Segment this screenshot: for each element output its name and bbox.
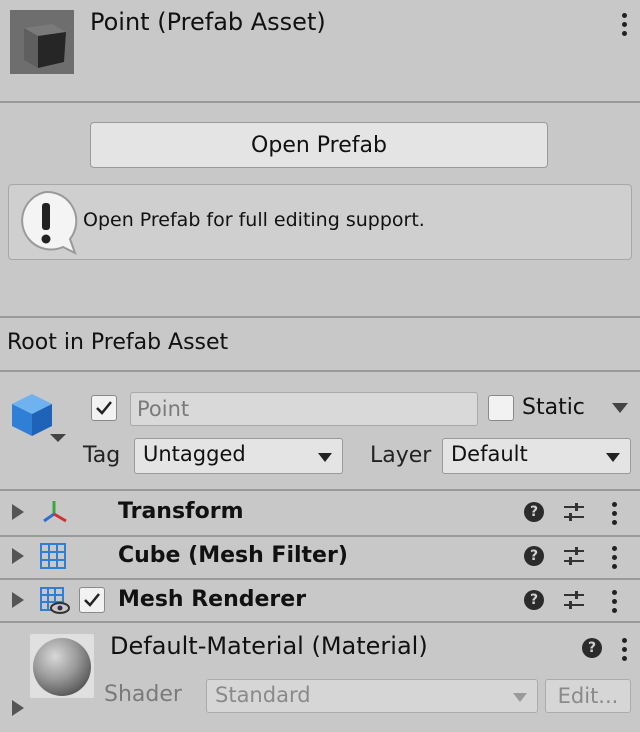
section-label: Root in Prefab Asset <box>7 330 229 355</box>
mesh-renderer-icon <box>40 587 70 614</box>
divider <box>0 101 640 103</box>
presets-sliders-icon[interactable] <box>563 545 585 567</box>
material-menu-icon[interactable] <box>621 638 627 661</box>
gameobject-name-input[interactable]: Point <box>130 392 478 426</box>
layer-label: Layer <box>370 443 432 468</box>
help-icon[interactable]: ? <box>524 502 544 522</box>
layer-value: Default <box>451 442 528 466</box>
chevron-down-icon <box>606 453 620 462</box>
material-sphere-icon <box>33 638 91 696</box>
static-label: Static <box>522 395 585 420</box>
warning-exclamation-icon <box>21 190 78 255</box>
component-title: Transform <box>118 499 244 524</box>
tag-label: Tag <box>83 443 121 468</box>
shader-value: Standard <box>215 683 311 707</box>
checkmark-icon <box>84 593 100 607</box>
component-title: Cube (Mesh Filter) <box>118 543 348 568</box>
mesh-filter-grid-icon <box>40 543 66 569</box>
divider <box>0 370 640 372</box>
material-title: Default-Material (Material) <box>110 632 428 660</box>
open-prefab-button[interactable]: Open Prefab <box>90 122 548 168</box>
info-help-box: Open Prefab for full editing support. <box>8 184 632 260</box>
presets-sliders-icon[interactable] <box>563 501 585 523</box>
material-preview <box>30 634 94 698</box>
shader-label: Shader <box>104 682 182 707</box>
component-menu-icon[interactable] <box>611 546 617 569</box>
tag-dropdown[interactable]: Untagged <box>134 438 343 474</box>
cube-prefab-icon <box>10 10 74 74</box>
layer-dropdown[interactable]: Default <box>442 438 631 474</box>
divider <box>0 621 640 623</box>
edit-shader-button[interactable]: Edit... <box>545 679 631 713</box>
divider <box>0 316 640 318</box>
transform-axes-icon <box>43 501 67 523</box>
info-message: Open Prefab for full editing support. <box>83 209 425 231</box>
static-dropdown-icon[interactable] <box>612 403 628 413</box>
component-mesh-filter[interactable]: Cube (Mesh Filter) ? <box>0 535 640 579</box>
tag-value: Untagged <box>143 442 246 466</box>
component-menu-icon[interactable] <box>611 502 617 525</box>
asset-title: Point (Prefab Asset) <box>90 8 326 36</box>
static-checkbox[interactable] <box>488 395 514 421</box>
help-icon[interactable]: ? <box>524 590 544 610</box>
chevron-down-icon <box>318 453 332 462</box>
component-enabled-checkbox[interactable] <box>79 587 105 613</box>
material-foldout-icon[interactable] <box>12 700 24 716</box>
foldout-arrow-icon[interactable] <box>12 504 24 520</box>
header-more-menu-icon[interactable] <box>621 13 627 36</box>
active-checkbox[interactable] <box>91 395 117 421</box>
foldout-arrow-icon[interactable] <box>12 592 24 608</box>
prefab-thumbnail <box>10 10 74 74</box>
help-icon[interactable]: ? <box>524 546 544 566</box>
component-title: Mesh Renderer <box>118 587 307 612</box>
shader-dropdown[interactable]: Standard <box>206 679 538 713</box>
gameobject-cube-icon[interactable] <box>10 390 68 446</box>
component-mesh-renderer[interactable]: Mesh Renderer ? <box>0 579 640 623</box>
component-menu-icon[interactable] <box>611 590 617 613</box>
component-transform[interactable]: Transform ? <box>0 491 640 535</box>
checkmark-icon <box>96 401 112 415</box>
chevron-down-icon <box>513 693 527 702</box>
help-icon[interactable]: ? <box>582 638 602 658</box>
presets-sliders-icon[interactable] <box>563 589 585 611</box>
foldout-arrow-icon[interactable] <box>12 548 24 564</box>
